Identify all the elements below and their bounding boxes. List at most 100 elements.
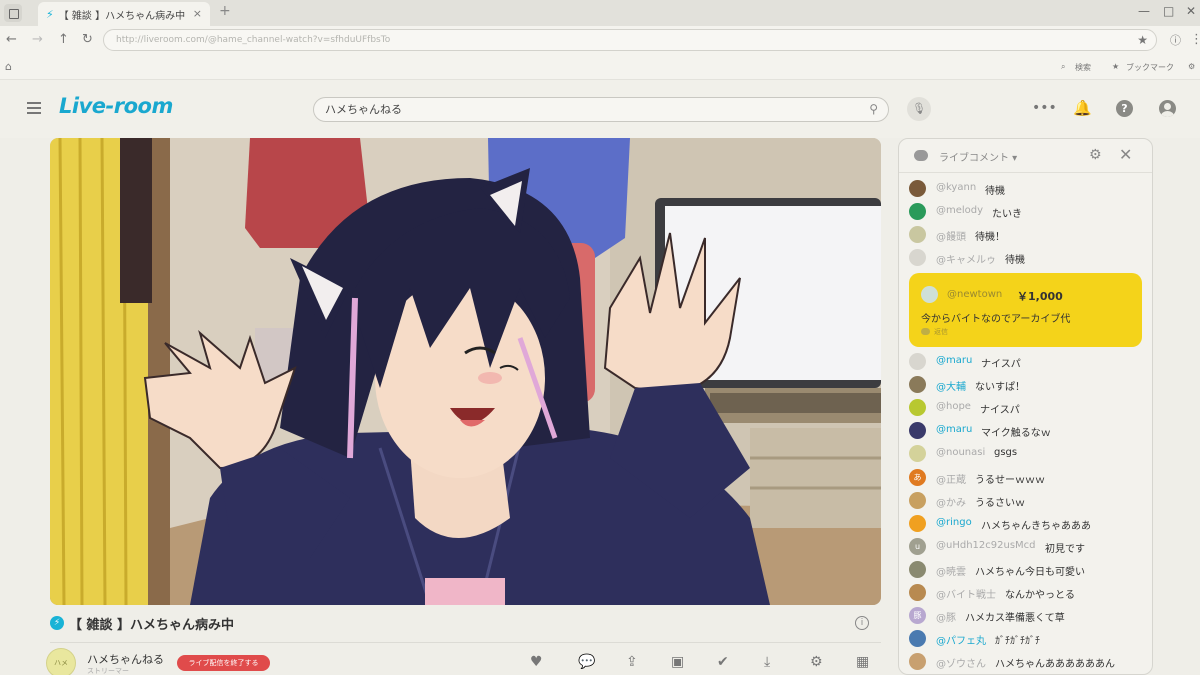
- bookmark-icon[interactable]: ▣: [671, 654, 684, 670]
- maximize-icon[interactable]: □: [1163, 4, 1174, 18]
- chat-close-icon[interactable]: ✕: [1119, 145, 1132, 164]
- superchat-user[interactable]: @newtown: [947, 289, 1002, 300]
- up-icon[interactable]: ↑: [58, 32, 69, 47]
- chat-message[interactable]: u @uHdh12c92usMcd 初見です: [909, 536, 1149, 556]
- chat-avatar[interactable]: [909, 203, 926, 220]
- chat-message[interactable]: @かみ うるさいｗ: [909, 490, 1149, 510]
- chat-message[interactable]: @maru マイク触るなｗ: [909, 420, 1149, 440]
- chat-avatar[interactable]: [909, 514, 926, 532]
- chat-username[interactable]: @maru: [936, 355, 972, 366]
- share-icon[interactable]: ⇪: [626, 654, 638, 670]
- chat-title-dropdown[interactable]: ライブコメント ▾: [939, 149, 1017, 164]
- new-tab-icon[interactable]: +: [219, 3, 231, 19]
- more-options-icon[interactable]: •••: [1032, 100, 1057, 116]
- chat-message[interactable]: @nounasi gsgs: [909, 443, 1149, 463]
- chat-avatar[interactable]: [909, 353, 926, 370]
- chat-message[interactable]: @キャメルゥ 待機: [909, 247, 1149, 267]
- chat-username[interactable]: @melody: [936, 205, 983, 216]
- chat-avatar[interactable]: [909, 653, 926, 671]
- chat-message[interactable]: あ @正蔵 うるせーｗｗｗ: [909, 467, 1149, 487]
- check-icon[interactable]: ✔: [717, 654, 729, 670]
- back-icon[interactable]: ←: [6, 32, 17, 47]
- chat-username[interactable]: @uHdh12c92usMcd: [936, 540, 1036, 551]
- site-logo[interactable]: Live-room: [59, 94, 173, 118]
- bell-icon[interactable]: 🔔: [1073, 99, 1092, 117]
- chat-avatar[interactable]: 豚: [909, 607, 926, 625]
- home-icon[interactable]: ⌂: [5, 60, 12, 73]
- bookmark-settings-icon[interactable]: ⚙: [1188, 62, 1195, 71]
- help-icon[interactable]: ?: [1116, 100, 1133, 117]
- chat-avatar[interactable]: [909, 249, 926, 266]
- user-account-icon[interactable]: [1159, 100, 1176, 117]
- chat-message[interactable]: @melody たいき: [909, 201, 1149, 221]
- chat-message[interactable]: @ringo ハメちゃんきちゃあああ: [909, 513, 1149, 533]
- chat-username[interactable]: @饅頭: [936, 228, 966, 243]
- close-window-icon[interactable]: ✕: [1186, 4, 1196, 18]
- chat-avatar[interactable]: [909, 226, 926, 243]
- chat-message[interactable]: @maru ナイスパ: [909, 351, 1149, 371]
- window-menu-icon[interactable]: [4, 4, 22, 22]
- video-player[interactable]: [50, 138, 881, 605]
- chat-avatar[interactable]: u: [909, 537, 926, 555]
- video-info-icon[interactable]: i: [855, 616, 869, 630]
- chat-message[interactable]: @hope ナイスパ: [909, 397, 1149, 417]
- comment-icon[interactable]: 💬: [578, 654, 595, 670]
- chat-avatar[interactable]: [909, 630, 926, 648]
- chat-message[interactable]: @大輔 ないすぱ！: [909, 374, 1149, 394]
- minimize-icon[interactable]: —: [1138, 4, 1150, 18]
- chat-avatar[interactable]: [909, 422, 926, 440]
- chat-username[interactable]: @nounasi: [936, 447, 985, 458]
- bookmarks-label[interactable]: ブックマーク: [1126, 62, 1174, 73]
- chat-avatar[interactable]: [909, 376, 926, 394]
- chat-avatar[interactable]: [909, 491, 926, 509]
- chat-avatar[interactable]: [909, 584, 926, 601]
- chat-avatar[interactable]: [909, 560, 926, 578]
- chat-message[interactable]: @パフェ丸 ｶﾞﾁｶﾞﾁｶﾞﾁ: [909, 628, 1149, 648]
- chat-username[interactable]: @ringo: [936, 517, 972, 528]
- chat-username[interactable]: @正蔵: [936, 471, 966, 486]
- channel-name[interactable]: ハメちゃんねる: [87, 651, 164, 667]
- chat-message[interactable]: @kyann 待機: [909, 178, 1149, 198]
- hamburger-menu-icon[interactable]: [27, 102, 41, 114]
- superchat-reply[interactable]: 返信: [921, 327, 948, 337]
- chat-username[interactable]: @暁雲: [936, 563, 966, 578]
- heart-icon[interactable]: ♥: [530, 654, 543, 670]
- chat-username[interactable]: @かみ: [936, 494, 966, 509]
- chat-username[interactable]: @hope: [936, 401, 971, 412]
- url-field[interactable]: http://liveroom.com/@hame_channel-watch?…: [103, 29, 1157, 51]
- browser-tab[interactable]: ⚡ 【 雑談 】ハメちゃん病み中 ×: [38, 2, 210, 26]
- chat-avatar[interactable]: [909, 445, 926, 463]
- chat-message[interactable]: @ゾウさん ハメちゃんああああああん: [909, 651, 1149, 671]
- chat-username[interactable]: @kyann: [936, 182, 976, 193]
- info-icon[interactable]: ⓘ: [1170, 32, 1181, 48]
- settings-icon[interactable]: ⚙: [810, 654, 823, 670]
- tab-close-icon[interactable]: ×: [193, 7, 202, 20]
- mic-icon[interactable]: 🎙: [907, 97, 931, 121]
- chat-message[interactable]: @暁雲 ハメちゃん今日も可愛い: [909, 559, 1149, 579]
- search-icon[interactable]: ⚲: [869, 98, 878, 121]
- chat-avatar[interactable]: [909, 180, 926, 197]
- chat-avatar[interactable]: [909, 399, 926, 417]
- chat-settings-icon[interactable]: ⚙: [1089, 147, 1102, 163]
- chat-username[interactable]: @豚: [936, 609, 956, 624]
- download-icon[interactable]: ⤓: [764, 654, 770, 670]
- chat-username[interactable]: @バイト戦士: [936, 586, 996, 601]
- star-icon[interactable]: ★: [1137, 30, 1148, 50]
- reload-icon[interactable]: ↻: [82, 32, 93, 47]
- more-icon[interactable]: ⋮: [1190, 32, 1200, 47]
- super-chat-message[interactable]: @newtown ￥1,000 今からバイトなのでアーカイブ代 返信: [909, 273, 1142, 347]
- chat-username[interactable]: @大輔: [936, 378, 966, 393]
- chat-username[interactable]: @ゾウさん: [936, 655, 986, 670]
- chat-username[interactable]: @maru: [936, 424, 972, 435]
- chat-username[interactable]: @パフェ丸: [936, 632, 986, 647]
- forward-icon[interactable]: →: [32, 32, 43, 47]
- chat-message[interactable]: 豚 @豚 ハメカス準備悪くて草: [909, 605, 1149, 625]
- bookmark-search-label[interactable]: 検索: [1075, 62, 1091, 73]
- end-live-button[interactable]: ライブ配信を終了する: [177, 655, 270, 671]
- chat-message[interactable]: @饅頭 待機！: [909, 224, 1149, 244]
- chat-username[interactable]: @キャメルゥ: [936, 251, 996, 266]
- chat-avatar[interactable]: あ: [909, 468, 926, 486]
- search-input[interactable]: ハメちゃんねる ⚲: [313, 97, 889, 122]
- chat-message[interactable]: @バイト戦士 なんかやっとる: [909, 582, 1149, 602]
- grid-icon[interactable]: ▦: [856, 654, 869, 670]
